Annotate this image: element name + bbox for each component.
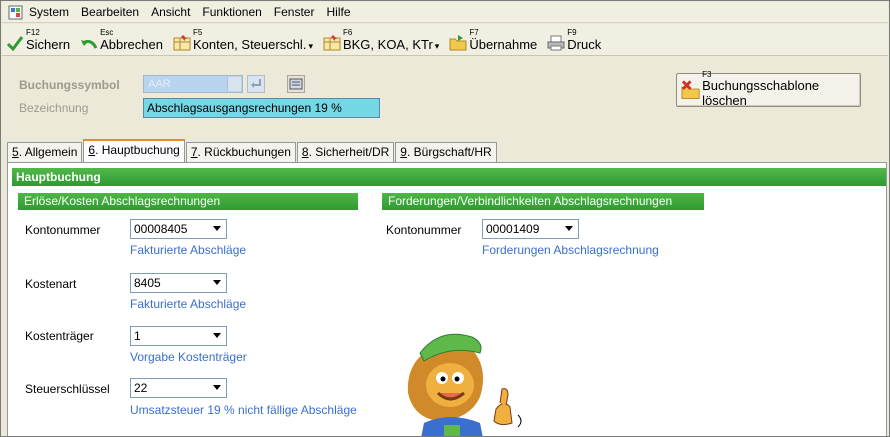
- chevron-down-icon[interactable]: [209, 221, 225, 237]
- dropdown-caret-icon: ▾: [434, 41, 440, 51]
- tab-hauptbuchung[interactable]: 6. Hauptbuchung: [83, 139, 185, 162]
- cancel-shortcut: Esc: [100, 28, 114, 37]
- symbol-combobox: AAR: [143, 75, 243, 93]
- lion-mascot-image: [407, 333, 522, 436]
- print-shortcut: F9: [567, 28, 577, 37]
- takeover-shortcut: F7: [469, 28, 479, 37]
- chevron-down-icon[interactable]: [209, 275, 225, 291]
- bkg-menu-button[interactable]: F6 BKG, KOA, KTr ▾: [323, 28, 439, 52]
- checkmark-icon: [6, 36, 24, 52]
- dropdown-caret-icon: ▾: [308, 41, 313, 51]
- tab-buergschaft[interactable]: 9. Bürgschaft/HR: [395, 142, 497, 162]
- combo-value: 22: [134, 381, 148, 395]
- save-shortcut: F12: [26, 28, 40, 37]
- tab-strip: 5. Allgemein 6. Hauptbuchung 7. Rückbuch…: [7, 139, 498, 162]
- menu-hilfe[interactable]: Hilfe: [326, 5, 350, 19]
- field-description: Fakturierte Abschläge: [130, 297, 247, 311]
- cancel-label: Abbrechen: [100, 37, 163, 52]
- combo-value: 1: [134, 329, 141, 343]
- tab-label: . Rückbuchungen: [197, 145, 291, 159]
- field-label: Kostenart: [25, 277, 77, 291]
- takeover-button[interactable]: F7 Übernahme: [449, 28, 537, 52]
- tab-allgemein[interactable]: 5. Allgemein: [7, 142, 83, 162]
- undo-arrow-icon: [81, 39, 98, 49]
- folder-icon: [449, 35, 467, 51]
- chevron-down-icon: [227, 77, 241, 91]
- accounts-menu-button[interactable]: F5 Konten, Steuerschl. ▾: [173, 28, 313, 52]
- accounts-label: Konten, Steuerschl.: [192, 37, 307, 52]
- table-lookup-icon: [173, 35, 191, 51]
- field-description: Umsatzsteuer 19 % nicht fällige Abschläg…: [130, 403, 357, 417]
- description-field[interactable]: Abschlagsausgangsrechungen 19 %: [143, 98, 380, 118]
- field-description: Forderungen Abschlagsrechnung: [482, 243, 659, 257]
- app-icon: [8, 5, 23, 19]
- cost-unit-combobox[interactable]: 1: [130, 326, 227, 346]
- right-section-title: Forderungen/Verbindlichkeiten Abschlagsr…: [382, 193, 704, 210]
- list-button[interactable]: [287, 75, 305, 93]
- list-icon: [289, 78, 303, 90]
- chevron-down-icon[interactable]: [209, 380, 225, 396]
- application-window: System Bearbeiten Ansicht Funktionen Fen…: [0, 0, 890, 437]
- printer-icon: [547, 35, 565, 51]
- field-label: Kontonummer: [386, 223, 462, 237]
- menu-fenster[interactable]: Fenster: [274, 5, 315, 19]
- field-label: Kontonummer: [25, 223, 101, 237]
- cost-type-combobox[interactable]: 8405: [130, 273, 227, 293]
- table-lookup-icon: [323, 35, 341, 51]
- receivables-account-combobox[interactable]: 00001409: [482, 219, 579, 239]
- print-button[interactable]: F9 Druck: [547, 28, 601, 52]
- print-label: Druck: [567, 37, 602, 52]
- hauptbuchung-panel: Hauptbuchung Erlöse/Kosten Abschlagsrech…: [7, 162, 887, 436]
- combo-value: 00008405: [134, 222, 188, 236]
- tab-label: . Bürgschaft/HR: [406, 145, 492, 159]
- field-description: Fakturierte Abschläge: [130, 243, 247, 257]
- enter-arrow-icon: [247, 75, 265, 93]
- menu-ansicht[interactable]: Ansicht: [151, 5, 190, 19]
- bkg-label: BKG, KOA, KTr: [342, 37, 433, 52]
- menu-bar: System Bearbeiten Ansicht Funktionen Fen…: [2, 2, 888, 23]
- tab-hotkey: 8: [301, 145, 309, 159]
- panel-title: Hauptbuchung: [12, 168, 886, 186]
- menu-system[interactable]: System: [29, 5, 69, 19]
- bkg-shortcut: F6: [342, 28, 353, 37]
- field-label: Kostenträger: [25, 329, 94, 343]
- tab-label: . Allgemein: [18, 145, 78, 159]
- combo-value: 8405: [134, 276, 161, 290]
- tab-hotkey: 5: [12, 145, 19, 159]
- field-label: Steuerschlüssel: [25, 382, 110, 396]
- chevron-down-icon[interactable]: [561, 221, 577, 237]
- tab-label: . Hauptbuchung: [95, 143, 180, 157]
- tab-rueckbuchungen[interactable]: 7. Rückbuchungen: [185, 142, 296, 162]
- combo-value: 00001409: [486, 222, 540, 236]
- menu-funktionen[interactable]: Funktionen: [202, 5, 261, 19]
- tab-label: . Sicherheit/DR: [308, 145, 390, 159]
- menu-bearbeiten[interactable]: Bearbeiten: [81, 5, 139, 19]
- delete-folder-icon: [681, 80, 700, 100]
- accounts-shortcut: F5: [192, 28, 203, 37]
- left-section-title: Erlöse/Kosten Abschlagsrechnungen: [18, 193, 358, 210]
- delete-label: Buchungsschablone löschen: [702, 78, 820, 108]
- delete-shortcut: F3: [702, 70, 712, 79]
- field-description: Vorgabe Kostenträger: [130, 350, 247, 364]
- chevron-down-icon[interactable]: [209, 328, 225, 344]
- takeover-label: Übernahme: [469, 37, 538, 52]
- cancel-button[interactable]: Esc Abbrechen: [80, 28, 163, 52]
- delete-template-button[interactable]: F3 Buchungsschablone löschen: [676, 70, 861, 108]
- tax-key-combobox[interactable]: 22: [130, 378, 227, 398]
- toolbar: F12 Sichern Esc Abbrechen F5 Konten, Steuer…: [2, 24, 888, 56]
- save-label: Sichern: [26, 37, 71, 52]
- description-label: Bezeichnung: [19, 101, 89, 115]
- account-number-combobox[interactable]: 00008405: [130, 219, 227, 239]
- tab-sicherheit[interactable]: 8. Sicherheit/DR: [296, 142, 395, 162]
- tab-hotkey: 7: [190, 145, 198, 159]
- tab-hotkey: 9: [400, 145, 407, 159]
- symbol-label: Buchungssymbol: [19, 78, 120, 92]
- symbol-value: AAR: [148, 78, 171, 90]
- save-button[interactable]: F12 Sichern: [6, 28, 70, 52]
